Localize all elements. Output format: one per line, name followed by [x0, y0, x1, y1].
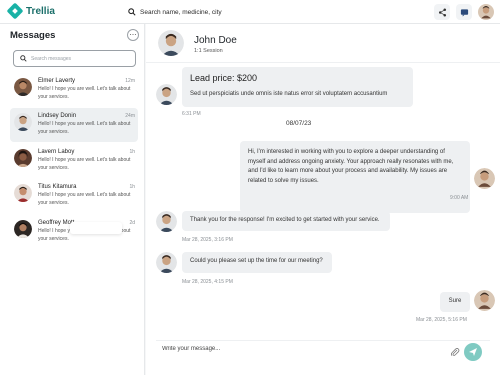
global-search[interactable]: Search name, medicine, city	[128, 4, 398, 20]
user-avatar[interactable]	[478, 4, 494, 20]
conversation-preview: Hello! I hope you are well. Let's talk a…	[38, 86, 131, 100]
message-text: Sure	[448, 298, 462, 304]
share-button[interactable]	[434, 4, 450, 20]
paperclip-icon[interactable]	[450, 347, 460, 357]
message-time: 9:00 AM	[450, 195, 469, 201]
hover-tooltip	[70, 222, 122, 234]
message-input[interactable]	[162, 346, 422, 352]
divider	[146, 62, 500, 63]
message-text: Hi, I'm interested in working with you t…	[248, 149, 454, 184]
conversation-time: 12m	[125, 78, 135, 84]
message-composer	[156, 340, 490, 362]
app-logo[interactable]: Trellia	[8, 4, 55, 18]
message-search[interactable]	[13, 50, 136, 67]
conversation-preview: Hello! I hope you are well. Let's talk a…	[38, 121, 131, 135]
outgoing-message: Hi, I'm interested in working with you t…	[240, 141, 470, 213]
lead-price-body: Sed ut perspiciatis unde omnis iste natu…	[190, 90, 388, 97]
conversation-item-active[interactable]: Lindsey Donin 24m Hello! I hope you are …	[10, 108, 138, 142]
conversation-name: Lavern Laboy	[38, 149, 75, 155]
avatar	[14, 78, 32, 96]
avatar	[14, 184, 32, 202]
messages-button[interactable]	[456, 4, 472, 20]
user-avatar-image	[478, 4, 494, 20]
avatar	[14, 220, 32, 238]
conversation-preview: Hello! I hope you are well. Let's talk a…	[38, 157, 131, 171]
conversation-name: Geoffrey Mott	[38, 220, 75, 226]
global-search-placeholder: Search name, medicine, city	[140, 8, 222, 16]
contact-avatar	[156, 84, 177, 105]
conversation-time: 1h	[129, 149, 135, 155]
lead-price-card: Lead price: $200 Sed ut perspiciatis und…	[182, 67, 413, 107]
message-time: 6:31 PM	[182, 111, 201, 117]
logo-icon	[8, 4, 22, 18]
send-icon	[469, 348, 477, 356]
conversation-name: Titus Kitamura	[38, 184, 77, 190]
search-icon	[128, 8, 136, 16]
conversation-item[interactable]: Titus Kitamura 1h Hello! I hope you are …	[10, 179, 138, 213]
incoming-message: Could you please set up the time for our…	[182, 252, 332, 273]
more-options-button[interactable]: ⋯	[127, 29, 139, 41]
chat-icon	[460, 8, 468, 17]
conversation-name: Elmer Laverty	[38, 78, 76, 84]
lead-price-title: Lead price: $200	[190, 73, 258, 83]
contact-avatar	[156, 211, 177, 232]
conversation-name: Lindsey Donin	[38, 113, 77, 119]
contact-avatar[interactable]	[158, 30, 184, 56]
user-avatar	[474, 168, 495, 189]
message-search-input[interactable]	[31, 55, 131, 62]
message-time: Mar 28, 2025, 5:16 PM	[416, 317, 467, 323]
search-icon	[20, 55, 27, 62]
send-button[interactable]	[464, 343, 482, 361]
message-text: Thank you for the response! I'm excited …	[190, 217, 380, 223]
more-icon: ⋯	[129, 31, 137, 39]
session-type: 1:1 Session	[194, 48, 223, 54]
contact-avatar	[156, 252, 177, 273]
conversation-preview: Hello! I hope you are well. Let's talk a…	[38, 192, 131, 206]
conversation-time: 24m	[125, 113, 135, 119]
top-actions	[434, 4, 494, 20]
conversation-time: 1h	[129, 184, 135, 190]
top-bar: Trellia Search name, medicine, city	[0, 0, 500, 24]
contact-name: John Doe	[194, 35, 237, 46]
messages-sidebar: Messages ⋯ Elmer Laverty 12m Hello! I ho…	[0, 24, 145, 375]
conversation-item[interactable]: Elmer Laverty 12m Hello! I hope you are …	[10, 73, 138, 107]
conversation-item[interactable]: Lavern Laboy 1h Hello! I hope you are we…	[10, 144, 138, 178]
message-time: Mar 28, 2025, 4:15 PM	[182, 279, 233, 285]
date-separator: 08/07/23	[286, 120, 312, 127]
user-avatar	[474, 290, 495, 311]
avatar	[14, 113, 32, 131]
share-icon	[438, 8, 446, 16]
sidebar-title: Messages	[10, 30, 56, 41]
message-text: Could you please set up the time for our…	[190, 258, 323, 264]
chat-panel: John Doe 1:1 Session Lead price: $200 Se…	[146, 24, 500, 375]
outgoing-message: Sure	[440, 292, 470, 312]
app-name: Trellia	[26, 5, 55, 17]
message-time: Mar 28, 2025, 3:16 PM	[182, 237, 233, 243]
incoming-message: Thank you for the response! I'm excited …	[182, 211, 390, 231]
conversation-time: 2d	[129, 220, 135, 226]
avatar	[14, 149, 32, 167]
